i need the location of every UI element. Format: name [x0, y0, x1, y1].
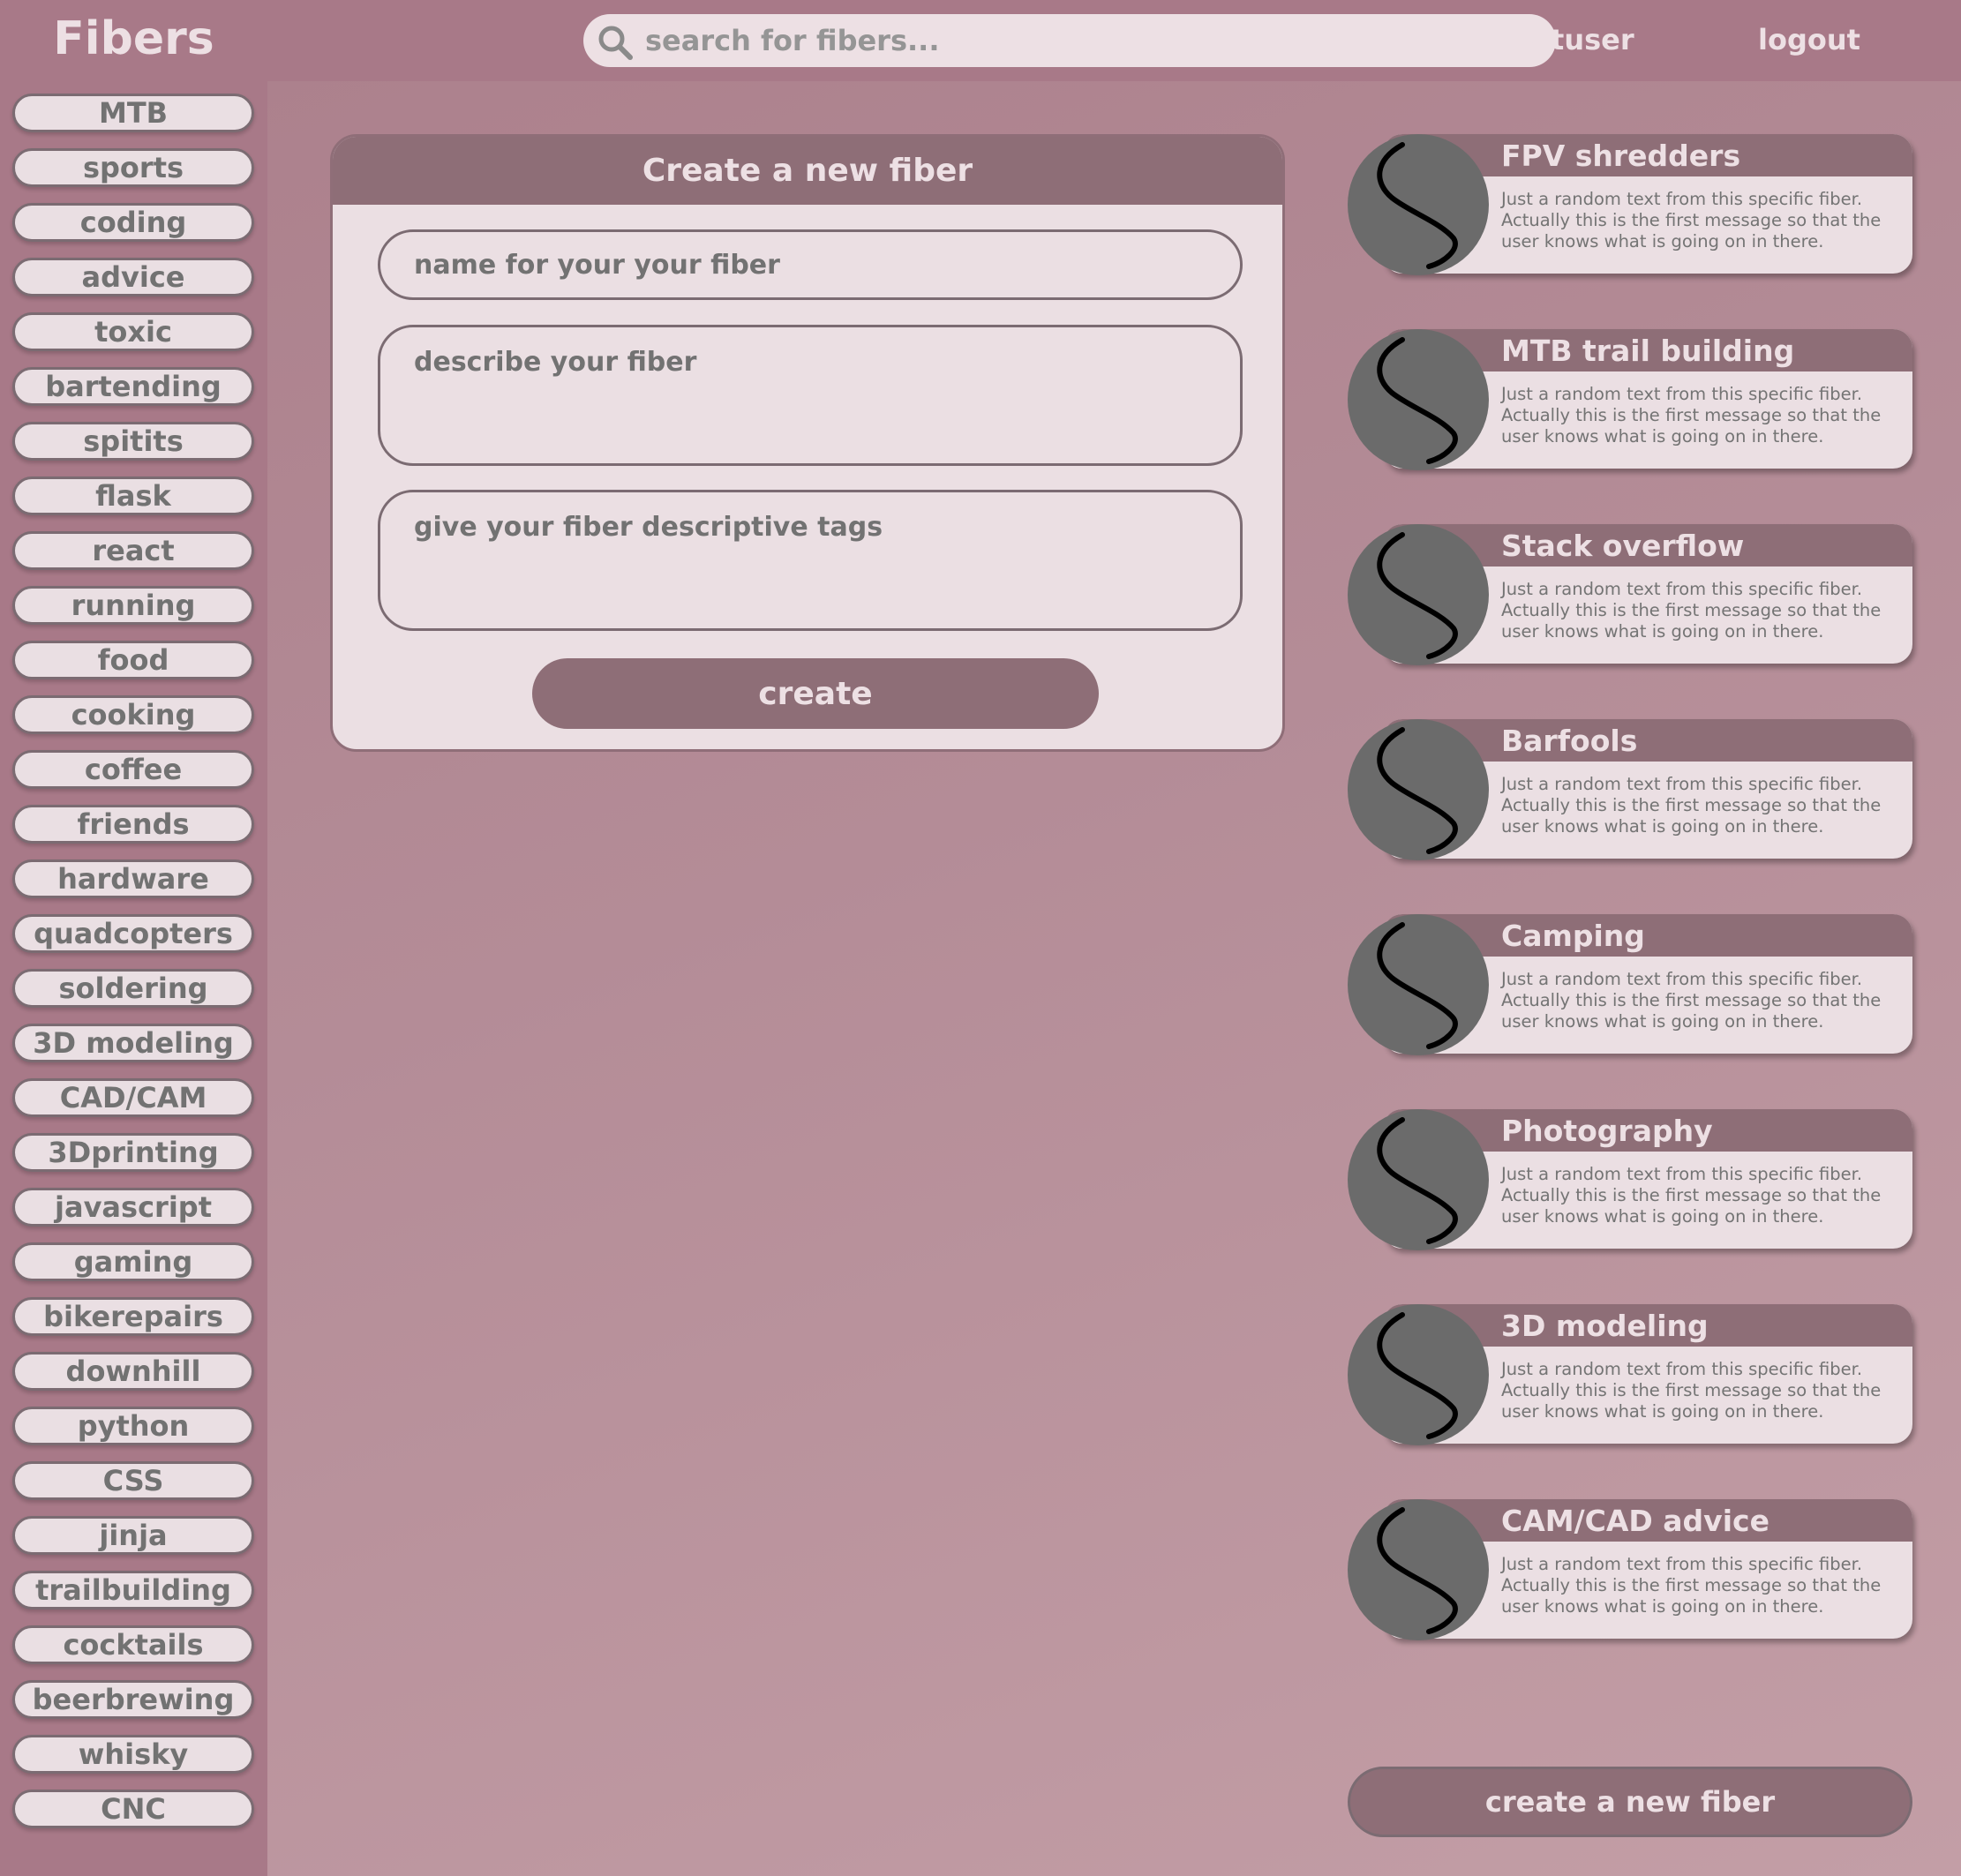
fiber-card[interactable]: CAM/CAD advice Just a random text from th…: [1348, 1499, 1912, 1640]
sidebar-tag[interactable]: MTB: [12, 94, 254, 132]
logout-link[interactable]: logout: [1758, 23, 1860, 56]
search-input[interactable]: [645, 24, 1556, 57]
sidebar-tag[interactable]: 3D modeling: [12, 1024, 254, 1062]
sidebar-tag[interactable]: flask: [12, 477, 254, 515]
fiber-avatar: [1348, 1499, 1489, 1640]
create-new-fiber-button[interactable]: create a new fiber: [1348, 1767, 1912, 1837]
sidebar-tag[interactable]: beerbrewing: [12, 1680, 254, 1719]
sidebar-tag[interactable]: coding: [12, 203, 254, 242]
sidebar-tag[interactable]: trailbuilding: [12, 1571, 254, 1610]
sidebar-tag[interactable]: cocktails: [12, 1625, 254, 1664]
fiber-card[interactable]: 3D modeling Just a random text from this …: [1348, 1304, 1912, 1445]
fiber-avatar: [1348, 329, 1489, 470]
fiber-description-input[interactable]: [378, 325, 1243, 466]
sidebar-tag[interactable]: food: [12, 641, 254, 679]
app-logo-title[interactable]: Fibers: [0, 12, 267, 65]
sidebar-tag[interactable]: gaming: [12, 1242, 254, 1281]
fiber-avatar: [1348, 524, 1489, 665]
sidebar-tag[interactable]: 3Dprinting: [12, 1133, 254, 1172]
sidebar-tag[interactable]: javascript: [12, 1188, 254, 1227]
top-bar: testuser logout: [267, 0, 1961, 81]
squiggle-avatar-icon: [1377, 727, 1458, 854]
sidebar-tag[interactable]: hardware: [12, 859, 254, 898]
fiber-avatar: [1348, 719, 1489, 860]
sidebar-tag[interactable]: coffee: [12, 750, 254, 789]
create-fiber-panel: Create a new fiber create: [330, 134, 1285, 752]
fiber-avatar: [1348, 1304, 1489, 1445]
create-button[interactable]: create: [532, 658, 1099, 729]
sidebar-tag[interactable]: downhill: [12, 1352, 254, 1391]
username-link[interactable]: testuser: [1501, 23, 1634, 56]
sidebar-tag[interactable]: spitits: [12, 422, 254, 461]
squiggle-avatar-icon: [1377, 532, 1458, 659]
sidebar-tag[interactable]: sports: [12, 148, 254, 187]
sidebar-tag[interactable]: CNC: [12, 1790, 254, 1828]
fiber-card[interactable]: Camping Just a random text from this spec…: [1348, 914, 1912, 1055]
sidebar-tag[interactable]: jinja: [12, 1516, 254, 1555]
sidebar-tag[interactable]: advice: [12, 258, 254, 296]
squiggle-avatar-icon: [1377, 1117, 1458, 1244]
sidebar: Fibers MTB sports coding advice toxic bartend…: [0, 0, 267, 1876]
sidebar-tag[interactable]: running: [12, 586, 254, 625]
fiber-card[interactable]: Barfools Just a random text from this spe…: [1348, 719, 1912, 860]
fiber-avatar: [1348, 1109, 1489, 1250]
sidebar-tag[interactable]: toxic: [12, 312, 254, 351]
squiggle-avatar-icon: [1377, 1507, 1458, 1634]
fiber-card[interactable]: FPV shredders Just a random text from thi…: [1348, 134, 1912, 275]
sidebar-tag[interactable]: CAD/CAM: [12, 1078, 254, 1117]
fiber-avatar: [1348, 914, 1489, 1055]
sidebar-tag[interactable]: python: [12, 1407, 254, 1445]
squiggle-avatar-icon: [1377, 337, 1458, 464]
squiggle-avatar-icon: [1377, 922, 1458, 1049]
fiber-card[interactable]: Stack overflow Just a random text from th…: [1348, 524, 1912, 665]
squiggle-avatar-icon: [1377, 1312, 1458, 1439]
sidebar-tag[interactable]: whisky: [12, 1735, 254, 1774]
squiggle-avatar-icon: [1377, 142, 1458, 269]
fiber-name-input[interactable]: [378, 229, 1243, 300]
sidebar-tag[interactable]: bartending: [12, 367, 254, 406]
sidebar-tag[interactable]: soldering: [12, 969, 254, 1008]
tag-list: MTB sports coding advice toxic bartending spit…: [12, 94, 256, 1844]
create-fiber-title: Create a new fiber: [333, 137, 1282, 205]
fiber-avatar: [1348, 134, 1489, 275]
sidebar-tag[interactable]: bikerepairs: [12, 1297, 254, 1336]
fiber-tags-input[interactable]: [378, 490, 1243, 631]
fiber-card[interactable]: MTB trail building Just a random text fro…: [1348, 329, 1912, 470]
sidebar-tag[interactable]: friends: [12, 805, 254, 844]
sidebar-tag[interactable]: CSS: [12, 1461, 254, 1500]
search-icon[interactable]: [596, 23, 635, 62]
sidebar-tag[interactable]: quadcopters: [12, 914, 254, 953]
sidebar-tag[interactable]: react: [12, 531, 254, 570]
fiber-card[interactable]: Photography Just a random text from this …: [1348, 1109, 1912, 1250]
search-bar[interactable]: [583, 14, 1556, 67]
sidebar-tag[interactable]: cooking: [12, 695, 254, 734]
